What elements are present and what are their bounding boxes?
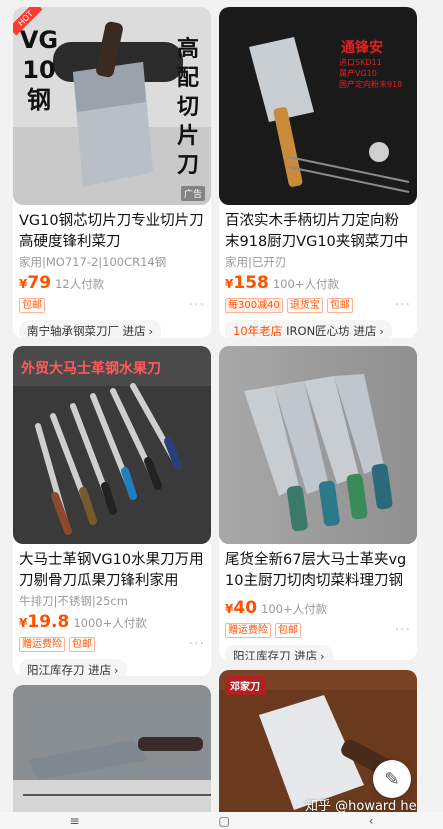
price-row: ¥ 158 100+人付款 [225, 273, 411, 293]
menu-icon[interactable]: ≡ [69, 814, 79, 828]
chevron-right-icon: › [114, 663, 119, 677]
image-banner: 外贸大马士革钢水果刀 [21, 361, 161, 377]
more-options-icon[interactable]: ··· [395, 622, 411, 638]
product-title[interactable]: VG10钢芯切片刀专业切片刀高硬度锋利菜刀 [19, 211, 205, 253]
product-meta: 牛排刀|不锈钢|25cm [19, 594, 128, 608]
tags-row: 赠运费险 包邮 ··· [19, 636, 205, 652]
chevron-right-icon: › [148, 324, 154, 338]
product-image[interactable]: 外贸大马士革钢水果刀 [13, 346, 211, 544]
product-image[interactable] [219, 346, 417, 544]
shop-name: 阳江库存刀 进店 [27, 663, 112, 676]
back-icon[interactable]: ‹ [369, 814, 374, 828]
shop-link[interactable]: 阳江库存刀 进店 › [19, 659, 127, 676]
shop-link[interactable]: 南宁轴承钢菜刀厂 进店 › [19, 320, 162, 338]
image-caption-left: VG 10 钢 [19, 26, 59, 114]
more-options-icon[interactable]: ··· [189, 636, 205, 652]
ad-badge: 广告 [180, 186, 205, 201]
shop-name: 南宁轴承钢菜刀厂 进店 [27, 324, 146, 338]
currency-symbol: ¥ [19, 277, 28, 291]
paid-count: 100+人付款 [272, 277, 339, 291]
more-options-icon[interactable]: ··· [189, 297, 205, 313]
price-row: ¥ 40 100+人付款 [225, 598, 411, 618]
shop-name: IRON匠心坊 进店 [286, 324, 377, 338]
tags-row: 每300减40 退货宝 包邮 ··· [225, 297, 411, 313]
chevron-right-icon: › [379, 324, 384, 338]
tag-free-shipping: 包邮 [275, 622, 301, 638]
brand-stamp: 通锋安 [341, 40, 383, 56]
tag-free-shipping: 包邮 [69, 636, 95, 652]
product-card[interactable]: 尾货全新67层大马士革夹vg10主厨刀切肉切菜料理刀钢 ¥ 40 100+人付款… [219, 346, 417, 660]
product-card[interactable]: 外贸大马士革钢水果刀 大马士革钢VG10水果刀万用刀剔骨刀瓜果刀锋利家用 牛排刀… [13, 346, 211, 676]
tag-return-insurance: 退货宝 [286, 297, 323, 313]
tag-shipping-insurance: 赠运费险 [225, 622, 271, 638]
shop-link[interactable]: 阳江库存刀 进店 › [225, 645, 333, 660]
product-title[interactable]: 尾货全新67层大马士革夹vg10主厨刀切肉切菜料理刀钢 [225, 550, 411, 592]
price-row: ¥ 19.8 1000+人付款 [19, 612, 205, 632]
shop-name: 阳江库存刀 进店 [233, 649, 318, 660]
product-price: 40 [233, 598, 258, 618]
home-icon[interactable]: ▢ [218, 814, 229, 828]
tags-row: 赠运费险 包邮 ··· [225, 622, 411, 638]
product-image[interactable]: 通锋安 进口SKD11 属产VG10 国产定向粉末918 [219, 7, 417, 205]
product-image[interactable]: VG 10 钢 高 配 切 片 刀 HOT 广告 [13, 7, 211, 205]
tag-discount: 每300减40 [225, 297, 283, 313]
product-card[interactable] [13, 685, 211, 825]
shop-age-badge: 10年老店 [233, 324, 283, 338]
edit-icon[interactable]: ✎ [373, 760, 411, 798]
product-meta: 家用|已开刃 [225, 255, 287, 269]
product-meta: 家用|MO717-2|100CR14钢 [19, 255, 167, 269]
product-price: 79 [27, 273, 52, 293]
tag-free-shipping: 包邮 [19, 297, 45, 313]
product-title[interactable]: 百浓实木手柄切片刀定向粉末918厨刀VG10夹钢菜刀中 [225, 211, 411, 253]
image-caption-right: 高 配 切 片 刀 [176, 37, 199, 178]
product-card[interactable]: VG 10 钢 高 配 切 片 刀 HOT 广告 VG10钢芯切片刀专业切片刀高… [13, 7, 211, 338]
paid-count: 100+人付款 [261, 602, 328, 616]
product-price: 19.8 [27, 612, 70, 632]
currency-symbol: ¥ [19, 616, 28, 630]
product-card[interactable]: 通锋安 进口SKD11 属产VG10 国产定向粉末918 百浓实木手柄切片刀定向… [219, 7, 417, 338]
shop-link[interactable]: 10年老店 IRON匠心坊 进店 › [225, 320, 392, 338]
paid-count: 1000+人付款 [73, 616, 147, 630]
tags-row: 包邮 ··· [19, 297, 205, 313]
currency-symbol: ¥ [225, 602, 234, 616]
tag-free-shipping: 包邮 [326, 297, 353, 313]
price-row: ¥ 79 12人付款 [19, 273, 205, 293]
material-lines: 进口SKD11 属产VG10 国产定向粉末918 [339, 58, 403, 89]
product-price: 158 [233, 273, 269, 293]
tag-shipping-insurance: 赠运费险 [19, 636, 65, 652]
brand-logo: 邓家刀 [225, 676, 265, 695]
product-image[interactable] [13, 685, 211, 825]
paid-count: 12人付款 [55, 277, 105, 291]
product-title[interactable]: 大马士革钢VG10水果刀万用刀剔骨刀瓜果刀锋利家用 [19, 550, 205, 592]
currency-symbol: ¥ [225, 277, 234, 291]
more-options-icon[interactable]: ··· [395, 297, 411, 313]
chevron-right-icon: › [320, 649, 325, 661]
system-nav-bar: ≡ ▢ ‹ [0, 812, 443, 829]
